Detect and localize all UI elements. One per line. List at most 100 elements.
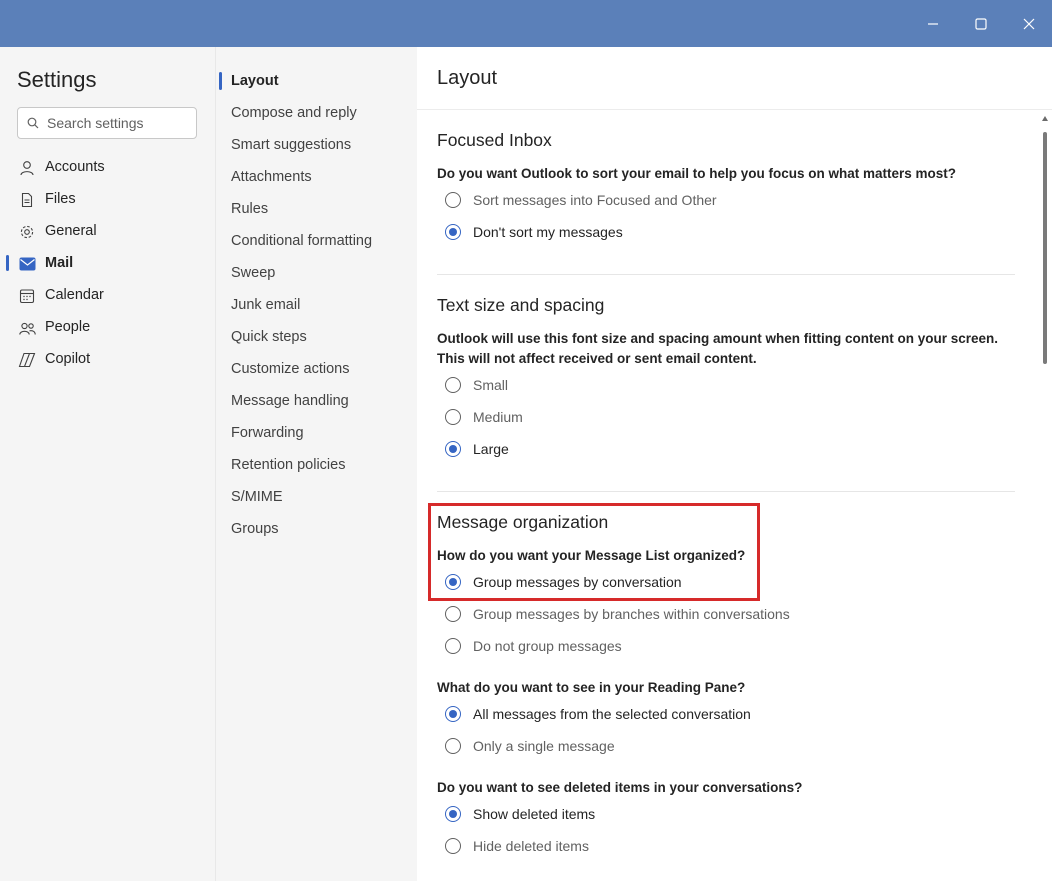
radio-single-message[interactable]: Only a single message	[445, 735, 615, 757]
submenu-item-quick-steps[interactable]: Quick steps	[231, 325, 307, 349]
radio-label: Small	[473, 377, 509, 393]
search-input[interactable]	[47, 115, 187, 131]
sidebar-item-files[interactable]: Files	[0, 183, 215, 215]
submenu-item-conditional-formatting[interactable]: Conditional formatting	[231, 229, 372, 253]
section-title-text-size: Text size and spacing	[437, 295, 605, 315]
radio-button[interactable]	[445, 409, 461, 425]
maximize-button[interactable]	[957, 0, 1005, 47]
radio-sort-focused-other[interactable]: Sort messages into Focused and Other	[445, 189, 717, 211]
selection-indicator	[219, 72, 222, 90]
submenu-item-attachments[interactable]: Attachments	[231, 165, 312, 189]
sidebar-item-label: People	[45, 319, 91, 335]
radio-button-selected[interactable]	[445, 224, 461, 240]
minimize-button[interactable]	[909, 0, 957, 47]
gear-icon	[18, 223, 36, 241]
section-title-message-organization: Message organization	[437, 512, 609, 532]
page-title: Layout	[437, 67, 498, 89]
radio-label: Sort messages into Focused and Other	[473, 192, 717, 208]
mail-settings-menu: Layout Compose and reply Smart suggestio…	[216, 47, 417, 881]
radio-dont-sort[interactable]: Don't sort my messages	[445, 221, 623, 243]
submenu-item-customize-actions[interactable]: Customize actions	[231, 357, 349, 381]
scrollbar[interactable]	[1038, 110, 1052, 881]
copilot-icon	[18, 351, 36, 369]
text-size-description-line2: This will not affect received or sent em…	[437, 351, 757, 366]
close-button[interactable]	[1005, 0, 1052, 47]
scroll-up-icon[interactable]	[1042, 116, 1048, 121]
sidebar-item-accounts[interactable]: Accounts	[0, 151, 215, 183]
sidebar-item-label: Mail	[45, 255, 74, 271]
sidebar-item-label: Files	[45, 191, 76, 207]
settings-sidebar: Settings Accounts Files General Mail Cal…	[0, 47, 216, 881]
radio-label: Do not group messages	[473, 638, 622, 654]
radio-label: Medium	[473, 409, 523, 425]
sidebar-item-mail[interactable]: Mail	[0, 247, 215, 279]
submenu-item-forwarding[interactable]: Forwarding	[231, 421, 304, 445]
minimize-icon	[928, 22, 938, 25]
settings-title: Settings	[17, 67, 97, 92]
sidebar-item-copilot[interactable]: Copilot	[0, 343, 215, 375]
sidebar-item-label: Copilot	[45, 351, 91, 367]
radio-label: Hide deleted items	[473, 838, 589, 854]
radio-small[interactable]: Small	[445, 374, 508, 396]
text-size-description-line1: Outlook will use this font size and spac…	[437, 331, 999, 346]
mail-icon	[18, 255, 36, 273]
scrollbar-thumb[interactable]	[1043, 132, 1047, 364]
divider	[417, 109, 1052, 110]
selection-indicator	[6, 255, 9, 271]
radio-button[interactable]	[445, 838, 461, 854]
radio-button-selected[interactable]	[445, 441, 461, 457]
reading-pane-question: What do you want to see in your Reading …	[437, 680, 746, 695]
submenu-item-rules[interactable]: Rules	[231, 197, 268, 221]
radio-large[interactable]: Large	[445, 438, 509, 460]
submenu-item-retention-policies[interactable]: Retention policies	[231, 453, 345, 477]
radio-label: Only a single message	[473, 738, 615, 754]
radio-show-deleted[interactable]: Show deleted items	[445, 803, 595, 825]
sidebar-item-people[interactable]: People	[0, 311, 215, 343]
message-list-question: How do you want your Message List organi…	[437, 548, 746, 563]
radio-do-not-group[interactable]: Do not group messages	[445, 635, 622, 657]
deleted-items-question: Do you want to see deleted items in your…	[437, 780, 803, 795]
radio-button-selected[interactable]	[445, 806, 461, 822]
radio-label: All messages from the selected conversat…	[473, 706, 751, 722]
sidebar-item-label: Accounts	[45, 159, 105, 175]
radio-button[interactable]	[445, 738, 461, 754]
radio-button[interactable]	[445, 192, 461, 208]
title-bar	[0, 0, 1052, 47]
focused-inbox-question: Do you want Outlook to sort your email t…	[437, 166, 957, 181]
radio-group-by-conversation[interactable]: Group messages by conversation	[445, 571, 682, 593]
radio-group-by-branches[interactable]: Group messages by branches within conver…	[445, 603, 790, 625]
radio-label: Show deleted items	[473, 806, 596, 822]
radio-button[interactable]	[445, 638, 461, 654]
radio-button[interactable]	[445, 606, 461, 622]
search-box[interactable]	[17, 107, 197, 139]
submenu-item-layout[interactable]: Layout	[231, 69, 279, 93]
section-title-focused-inbox: Focused Inbox	[437, 130, 552, 150]
radio-hide-deleted[interactable]: Hide deleted items	[445, 835, 589, 857]
submenu-item-groups[interactable]: Groups	[231, 517, 279, 541]
radio-all-messages[interactable]: All messages from the selected conversat…	[445, 703, 751, 725]
divider	[437, 274, 1015, 275]
radio-label: Group messages by conversation	[473, 574, 682, 590]
maximize-icon	[975, 17, 987, 30]
radio-button-selected[interactable]	[445, 706, 461, 722]
submenu-item-smart-suggestions[interactable]: Smart suggestions	[231, 133, 351, 157]
submenu-item-compose-and-reply[interactable]: Compose and reply	[231, 101, 357, 125]
sidebar-item-label: Calendar	[45, 287, 104, 303]
search-icon	[27, 117, 39, 129]
submenu-item-sweep[interactable]: Sweep	[231, 261, 275, 285]
radio-button-selected[interactable]	[445, 574, 461, 590]
divider	[437, 491, 1015, 492]
sidebar-item-calendar[interactable]: Calendar	[0, 279, 215, 311]
people-icon	[18, 319, 36, 337]
submenu-item-message-handling[interactable]: Message handling	[231, 389, 349, 413]
sidebar-item-label: General	[45, 223, 97, 239]
submenu-item-junk-email[interactable]: Junk email	[231, 293, 300, 317]
radio-label: Group messages by branches within conver…	[473, 606, 790, 622]
person-icon	[18, 159, 36, 177]
sidebar-item-general[interactable]: General	[0, 215, 215, 247]
radio-button[interactable]	[445, 377, 461, 393]
submenu-item-smime[interactable]: S/MIME	[231, 485, 283, 509]
file-icon	[18, 191, 36, 209]
layout-settings-panel: Layout Focused Inbox Do you want Outlook…	[417, 47, 1052, 881]
radio-medium[interactable]: Medium	[445, 406, 523, 428]
